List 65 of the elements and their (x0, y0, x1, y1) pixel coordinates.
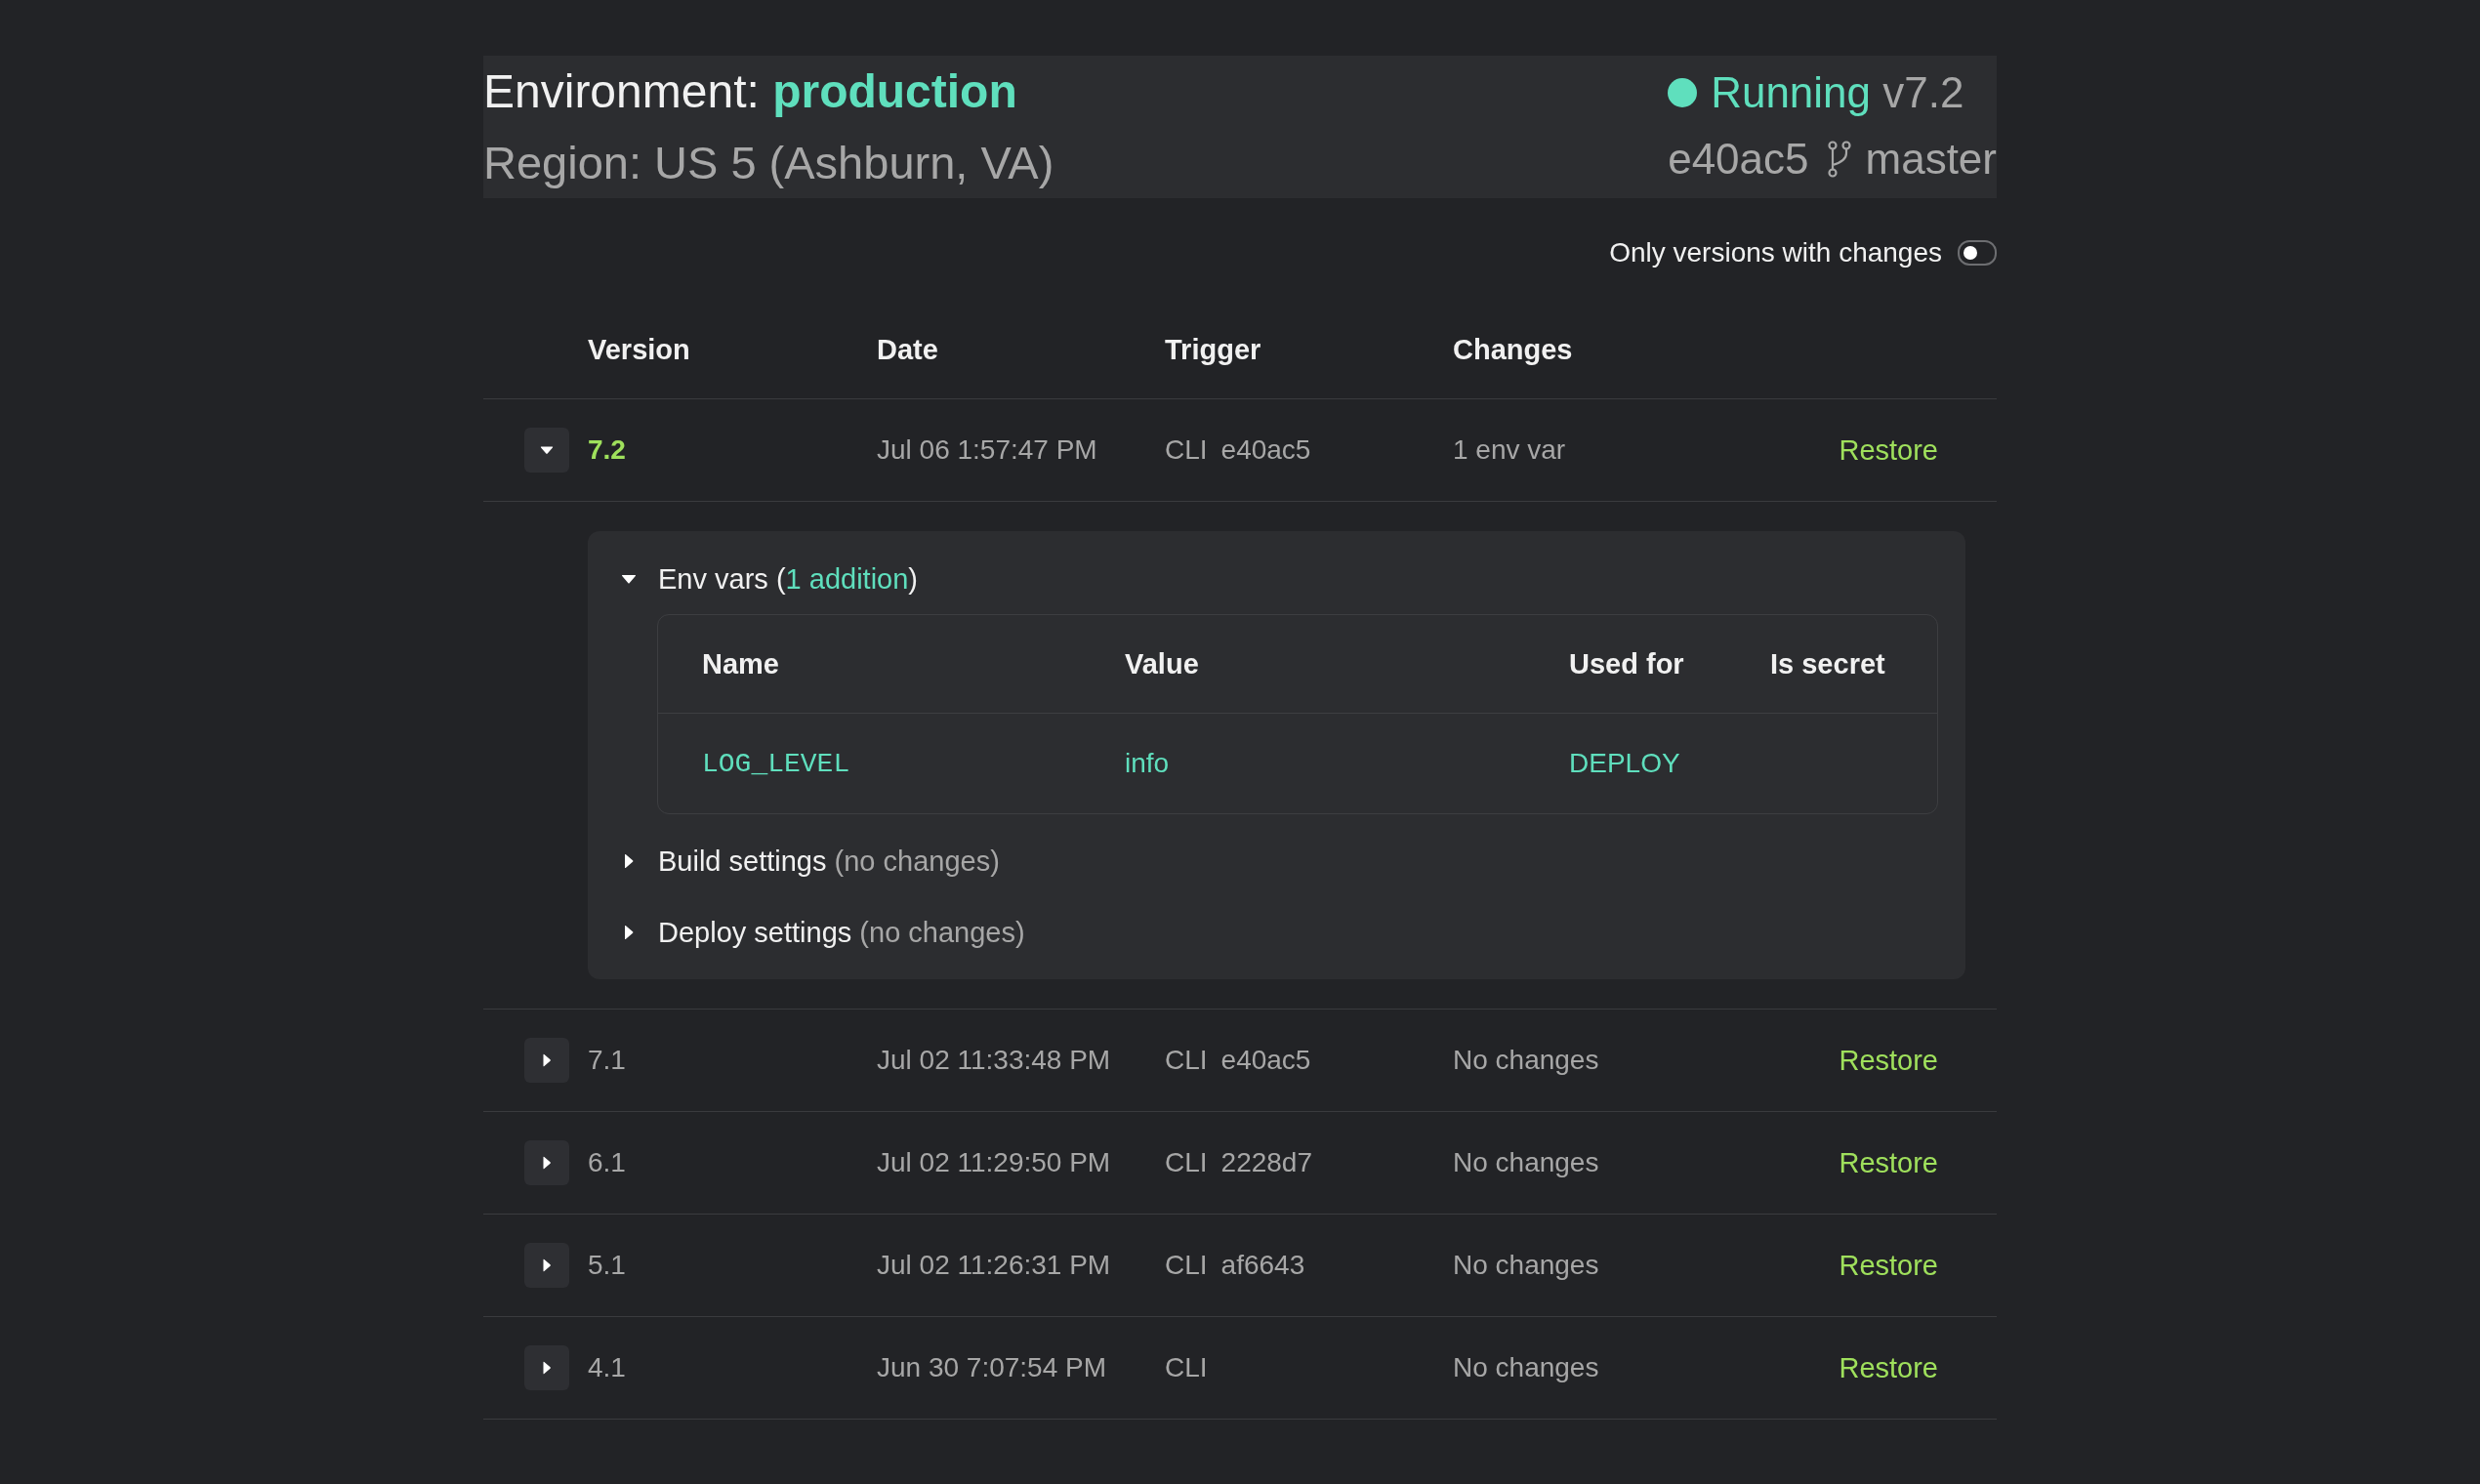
caret-right-icon (542, 1361, 552, 1375)
caret-right-icon (542, 1053, 552, 1067)
commit-hash: e40ac5 (1220, 434, 1311, 466)
commit-hash: af6643 (1220, 1250, 1305, 1281)
version-number: 6.1 (588, 1147, 626, 1177)
section-toggle[interactable]: Deploy settings (no changes) (621, 908, 1025, 957)
version-number: 7.2 (588, 434, 626, 465)
status-dot-icon (1668, 78, 1698, 107)
expand-button[interactable] (524, 1038, 569, 1083)
commit-hash: e40ac5 (1220, 1045, 1311, 1076)
date-text: Jun 30 7:07:54 PM (877, 1352, 1107, 1382)
caret-right-icon (624, 925, 634, 940)
env-var-value: info (1125, 748, 1171, 779)
trigger-text: CLI (1165, 1250, 1208, 1281)
version-number: 5.1 (588, 1250, 626, 1280)
trigger-text: CLI (1165, 1352, 1208, 1383)
caret-right-icon (542, 1156, 552, 1170)
date-text: Jul 02 11:26:31 PM (877, 1250, 1111, 1280)
version-number: 4.1 (588, 1352, 626, 1382)
column-header: Value (1125, 647, 1200, 680)
column-header: Date (877, 333, 939, 366)
toggle-label: Only versions with changes (1609, 237, 1942, 268)
expand-button[interactable] (524, 1243, 569, 1288)
restore-button[interactable]: Restore (1839, 1351, 1938, 1384)
environment-title: Environment: production (483, 64, 1017, 119)
date-text: Jul 02 11:33:48 PM (877, 1045, 1111, 1075)
column-header: Changes (1453, 333, 1574, 366)
env-var-used-for: DEPLOY (1569, 748, 1681, 779)
restore-button[interactable]: Restore (1839, 1249, 1938, 1282)
commit-hash: e40ac5 (1668, 135, 1809, 184)
status-text: Running v7.2 (1711, 68, 1964, 117)
caret-down-icon (621, 574, 637, 584)
trigger-text: CLI (1165, 1045, 1208, 1076)
column-header: Version (588, 333, 691, 366)
section-toggle[interactable]: Env vars (1 addition) (621, 555, 918, 603)
date-text: Jul 02 11:29:50 PM (877, 1147, 1111, 1177)
expand-button[interactable] (524, 428, 569, 473)
changes-text: No changes (1453, 1045, 1599, 1075)
version-number: 7.1 (588, 1045, 626, 1075)
changes-text: No changes (1453, 1250, 1599, 1280)
caret-right-icon (624, 853, 634, 869)
restore-button[interactable]: Restore (1839, 1146, 1938, 1179)
restore-button[interactable]: Restore (1839, 433, 1938, 467)
trigger-text: CLI (1165, 1147, 1208, 1178)
changes-text: 1 env var (1453, 434, 1566, 465)
branch-icon (1826, 140, 1852, 179)
env-var-name: LOG_LEVEL (702, 748, 851, 779)
changes-text: No changes (1453, 1352, 1599, 1382)
column-header: Is secret (1770, 647, 1886, 680)
region-text: Region: US 5 (Ashburn, VA) (483, 136, 1054, 190)
changes-text: No changes (1453, 1147, 1599, 1177)
column-header: Name (702, 647, 780, 680)
date-text: Jul 06 1:57:47 PM (877, 434, 1097, 465)
caret-right-icon (542, 1258, 552, 1272)
column-header: Used for (1569, 647, 1685, 680)
restore-button[interactable]: Restore (1839, 1044, 1938, 1077)
commit-hash: 2228d7 (1220, 1147, 1312, 1178)
expand-button[interactable] (524, 1345, 569, 1390)
column-header: Trigger (1165, 333, 1262, 366)
section-toggle[interactable]: Build settings (no changes) (621, 837, 1000, 886)
toggle-switch[interactable] (1958, 240, 1997, 266)
expand-button[interactable] (524, 1140, 569, 1185)
caret-down-icon (540, 445, 554, 455)
trigger-text: CLI (1165, 434, 1208, 466)
branch-name: master (1865, 135, 1997, 184)
